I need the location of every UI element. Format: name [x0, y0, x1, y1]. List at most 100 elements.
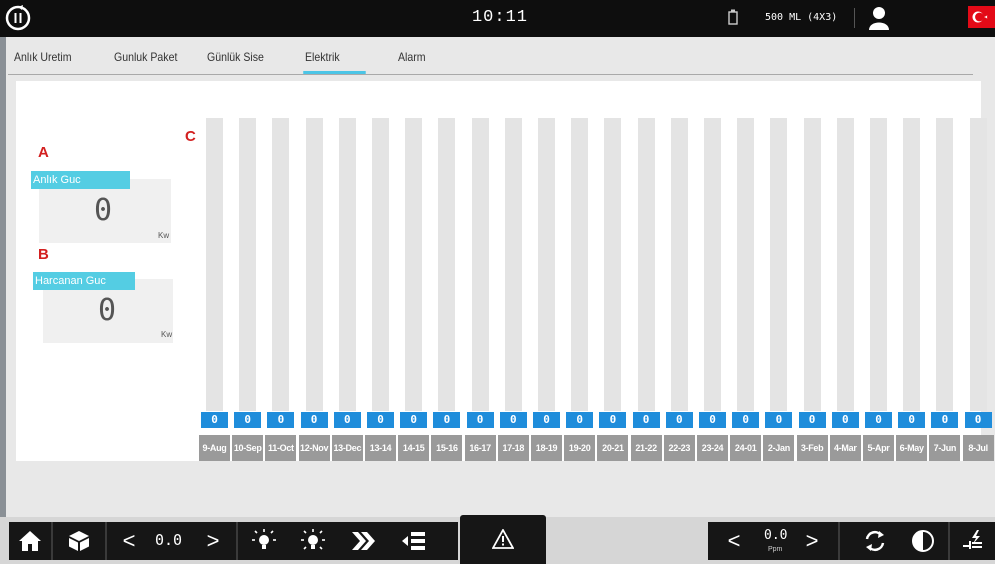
fast-forward-button[interactable]: [342, 522, 384, 560]
power-icon[interactable]: [4, 4, 32, 32]
box-icon: [69, 531, 89, 551]
menu-collapse-icon: [402, 532, 425, 550]
bar-track: [670, 118, 688, 411]
right-speed-value: 0.0: [764, 528, 788, 543]
bar-label: 9-Aug: [199, 435, 230, 461]
menu-collapse-button[interactable]: [393, 522, 435, 560]
bar-track: [737, 118, 755, 411]
contrast-icon: [912, 530, 934, 552]
bar-value: 0: [931, 412, 959, 428]
bottom-toolbar: < 0.0 > < 0.0 Ppm >: [0, 515, 995, 564]
bar-value: 0: [865, 412, 892, 428]
ppm-decrease-button[interactable]: <: [724, 522, 744, 560]
bar-track: [936, 118, 954, 411]
bar-track: [405, 118, 423, 411]
bar-track: [471, 118, 489, 411]
bar-value: 0: [333, 412, 361, 428]
electric-card: A Anlık Guc 0 Kw B Harcanan Guc 0 Kw C 0…: [16, 81, 994, 461]
warning-icon: [492, 529, 514, 549]
light-bright-button[interactable]: [291, 522, 335, 560]
tab-gunluk-paket[interactable]: Gunluk Paket: [114, 48, 177, 72]
bar-value: 0: [367, 412, 394, 428]
contrast-button[interactable]: [903, 522, 943, 560]
bar-label: 10-Sep: [232, 435, 264, 461]
consumed-power-value: 0: [98, 293, 117, 328]
bar-label: 15-16: [431, 435, 463, 461]
speed-increase-button[interactable]: >: [203, 522, 223, 560]
bar-value: 0: [433, 412, 461, 428]
tab-bar: Anlık Uretim Gunluk Paket Günlük Sise El…: [8, 48, 973, 75]
bar-label: 13-14: [365, 435, 396, 461]
bar-label: 4-Mar: [829, 435, 861, 461]
bar-track: [770, 118, 788, 411]
toolbar-separator: [105, 522, 107, 560]
bar-track: [870, 118, 887, 411]
bar-track: [836, 118, 854, 411]
bar-value: 0: [267, 412, 295, 428]
bar-track: [969, 118, 987, 411]
bar-value: 0: [732, 412, 760, 428]
bar-track: [604, 118, 622, 411]
bar-label: 3-Feb: [796, 435, 828, 461]
bar-label: 20-21: [597, 435, 629, 461]
bar-value: 0: [499, 412, 527, 428]
bar-value: 0: [599, 412, 627, 428]
light-bulb-icon: [252, 529, 276, 549]
bar-track: [305, 118, 323, 411]
bar-label: 21-22: [630, 435, 662, 461]
tab-alarm[interactable]: Alarm: [398, 48, 426, 72]
consumed-power-title: Harcanan Guc: [33, 272, 135, 290]
energy-bar-chart: 0 9-Aug 0 10-Sep 0 11-Oct 0 12-Nov 0 13-Dec 0 13-14…: [189, 81, 994, 461]
cycle-button[interactable]: [853, 522, 897, 560]
bar-value: 0: [566, 412, 594, 428]
bar-label: 6-May: [896, 435, 928, 461]
bar-value: 0: [831, 412, 859, 428]
tab-gunluk-sise[interactable]: Günlük Sise: [207, 48, 264, 72]
bar-label: 18-19: [531, 435, 562, 461]
package-button[interactable]: [53, 522, 105, 560]
top-bar: 10:11 500 ML (4X3): [0, 0, 995, 37]
left-speed-value: 0.0: [155, 531, 183, 549]
home-button[interactable]: [9, 522, 51, 560]
bar-track: [372, 118, 389, 411]
bar-track: [272, 118, 290, 411]
bar-label: 22-23: [663, 435, 695, 461]
clock-time: 10:11: [471, 8, 528, 27]
bar-label: 12-Nov: [298, 435, 330, 461]
bar-label: 8-Jul: [962, 435, 994, 461]
bar-value: 0: [665, 412, 693, 428]
bar-value: 0: [533, 412, 560, 428]
right-speed-unit: Ppm: [768, 546, 783, 553]
electric-settings-button[interactable]: [952, 522, 995, 560]
toolbar-separator: [838, 522, 840, 560]
speed-decrease-button[interactable]: <: [119, 522, 139, 560]
bar-track: [903, 118, 921, 411]
bar-track: [704, 118, 721, 411]
light-dim-button[interactable]: [242, 522, 286, 560]
bar-label: 14-15: [398, 435, 430, 461]
bar-track: [803, 118, 821, 411]
bar-value: 0: [898, 412, 926, 428]
bar-track: [504, 118, 522, 411]
tab-anlik-uretim[interactable]: Anlık Uretim: [14, 48, 72, 72]
tab-elektrik[interactable]: Elektrik: [303, 48, 367, 74]
double-chevron-right-icon: [352, 532, 375, 550]
bar-value: 0: [765, 412, 793, 428]
bar-track: [438, 118, 456, 411]
ppm-increase-button[interactable]: >: [802, 522, 822, 560]
bar-label: 2-Jan: [763, 435, 795, 461]
consumed-power-unit: Kw: [161, 330, 173, 339]
bar-label: 11-Oct: [265, 435, 297, 461]
alarm-button[interactable]: [460, 515, 546, 564]
bar-value: 0: [699, 412, 726, 428]
bar-label: 24-01: [730, 435, 762, 461]
bar-track: [239, 118, 257, 411]
bar-value: 0: [400, 412, 428, 428]
bar-value: 0: [234, 412, 262, 428]
annotation-a: A: [38, 144, 49, 161]
bar-value: 0: [632, 412, 660, 428]
turkish-flag-icon[interactable]: [968, 6, 995, 28]
instant-power-title: Anlık Guc: [31, 171, 130, 189]
user-icon[interactable]: [866, 5, 892, 31]
bar-value: 0: [466, 412, 494, 428]
